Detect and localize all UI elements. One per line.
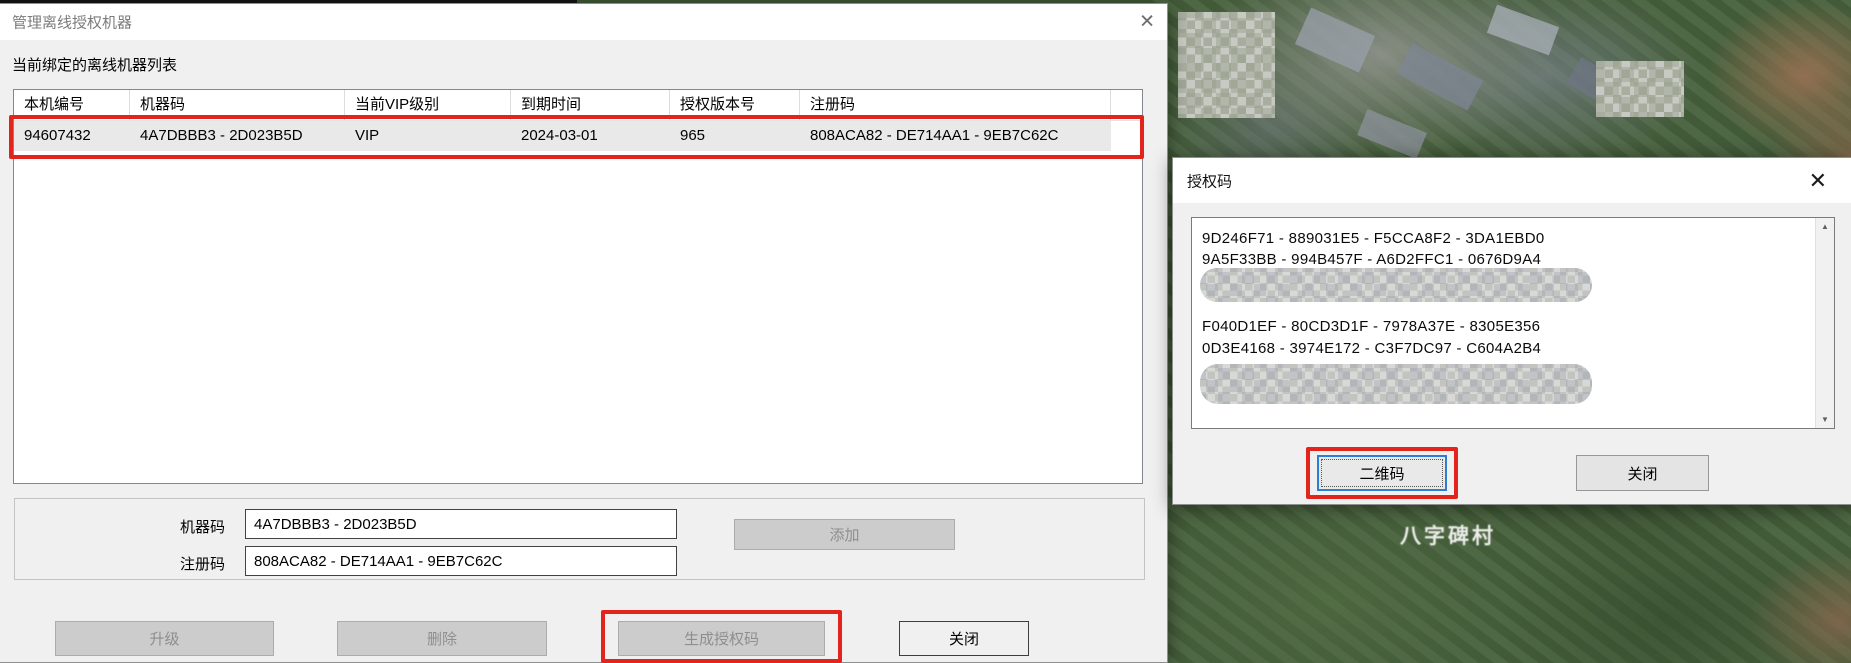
add-machine-groupbox: 机器码 注册码 添加 bbox=[14, 498, 1145, 580]
dialog-title: 授权码 bbox=[1187, 170, 1232, 191]
table-row[interactable]: 94607432 4A7DBBB3 - 2D023B5D VIP 2024-03… bbox=[14, 121, 1142, 151]
col-header-expiry[interactable]: 到期时间 bbox=[511, 90, 670, 120]
map-censor-block bbox=[1596, 61, 1684, 117]
col-header-auth-version[interactable]: 授权版本号 bbox=[670, 90, 800, 120]
screenshot-root: 八字碑村 管理离线授权机器 ✕ 当前绑定的离线机器列表 本机编号 机器码 当前V… bbox=[0, 0, 1851, 663]
machines-table: 本机编号 机器码 当前VIP级别 到期时间 授权版本号 注册码 94607432… bbox=[13, 89, 1143, 484]
dialog-titlebar[interactable]: 授权码 ✕ bbox=[1173, 158, 1851, 203]
upgrade-button[interactable]: 升级 bbox=[55, 621, 274, 656]
scroll-down-icon[interactable]: ▼ bbox=[1816, 411, 1834, 428]
close-button[interactable]: 关闭 bbox=[899, 621, 1029, 656]
auth-code-censor-block bbox=[1200, 364, 1592, 404]
cell-register-code: 808ACA82 - DE714AA1 - 9EB7C62C bbox=[800, 121, 1111, 151]
cell-vip-level: VIP bbox=[345, 121, 511, 151]
auth-code-line: F040D1EF - 80CD3D1F - 7978A37E - 8305E35… bbox=[1202, 316, 1540, 338]
close-icon[interactable]: ✕ bbox=[1809, 170, 1827, 192]
machine-code-label: 机器码 bbox=[75, 516, 225, 537]
col-header-machine-id[interactable]: 本机编号 bbox=[14, 90, 130, 120]
map-building bbox=[1487, 5, 1559, 56]
cell-machine-code: 4A7DBBB3 - 2D023B5D bbox=[130, 121, 345, 151]
close-icon[interactable]: ✕ bbox=[1139, 13, 1155, 32]
cell-machine-id: 94607432 bbox=[14, 121, 130, 151]
scroll-up-icon[interactable]: ▲ bbox=[1816, 218, 1834, 235]
col-header-vip-level[interactable]: 当前VIP级别 bbox=[345, 90, 511, 120]
cell-expiry: 2024-03-01 bbox=[511, 121, 670, 151]
delete-button[interactable]: 删除 bbox=[337, 621, 547, 656]
machine-code-input[interactable] bbox=[245, 509, 677, 539]
map-building bbox=[1397, 43, 1484, 111]
auth-code-dialog: 授权码 ✕ 9D246F71 - 889031E5 - F5CCA8F2 - 3… bbox=[1172, 157, 1851, 505]
register-code-input[interactable] bbox=[245, 546, 677, 576]
map-censor-block bbox=[1178, 12, 1275, 118]
qr-code-button[interactable]: 二维码 bbox=[1317, 455, 1447, 491]
map-building bbox=[1357, 109, 1427, 159]
table-header-row: 本机编号 机器码 当前VIP级别 到期时间 授权版本号 注册码 bbox=[14, 90, 1142, 121]
dialog-title: 管理离线授权机器 bbox=[12, 12, 132, 33]
auth-code-censor-block bbox=[1200, 268, 1592, 302]
col-header-machine-code[interactable]: 机器码 bbox=[130, 90, 345, 120]
map-village-label: 八字碑村 bbox=[1400, 520, 1496, 550]
add-button[interactable]: 添加 bbox=[734, 519, 955, 550]
auth-code-line: 0D3E4168 - 3974E172 - C3F7DC97 - C604A2B… bbox=[1202, 338, 1541, 360]
manage-offline-machines-dialog: 管理离线授权机器 ✕ 当前绑定的离线机器列表 本机编号 机器码 当前VIP级别 … bbox=[0, 3, 1168, 663]
dialog-titlebar[interactable]: 管理离线授权机器 ✕ bbox=[0, 4, 1167, 40]
generate-authcode-button[interactable]: 生成授权码 bbox=[618, 621, 825, 656]
map-building bbox=[1295, 7, 1375, 72]
scrollbar[interactable]: ▲ ▼ bbox=[1815, 218, 1834, 428]
col-header-register-code[interactable]: 注册码 bbox=[800, 90, 1111, 120]
auth-code-line: 9D246F71 - 889031E5 - F5CCA8F2 - 3DA1EBD… bbox=[1202, 228, 1544, 250]
register-code-label: 注册码 bbox=[75, 553, 225, 574]
auth-codes-listbox[interactable]: 9D246F71 - 889031E5 - F5CCA8F2 - 3DA1EBD… bbox=[1191, 217, 1835, 429]
cell-filler bbox=[1111, 121, 1142, 151]
bound-machines-list-label: 当前绑定的离线机器列表 bbox=[12, 54, 177, 75]
close-button[interactable]: 关闭 bbox=[1576, 455, 1709, 491]
col-header-filler bbox=[1111, 90, 1142, 120]
cell-auth-version: 965 bbox=[670, 121, 800, 151]
